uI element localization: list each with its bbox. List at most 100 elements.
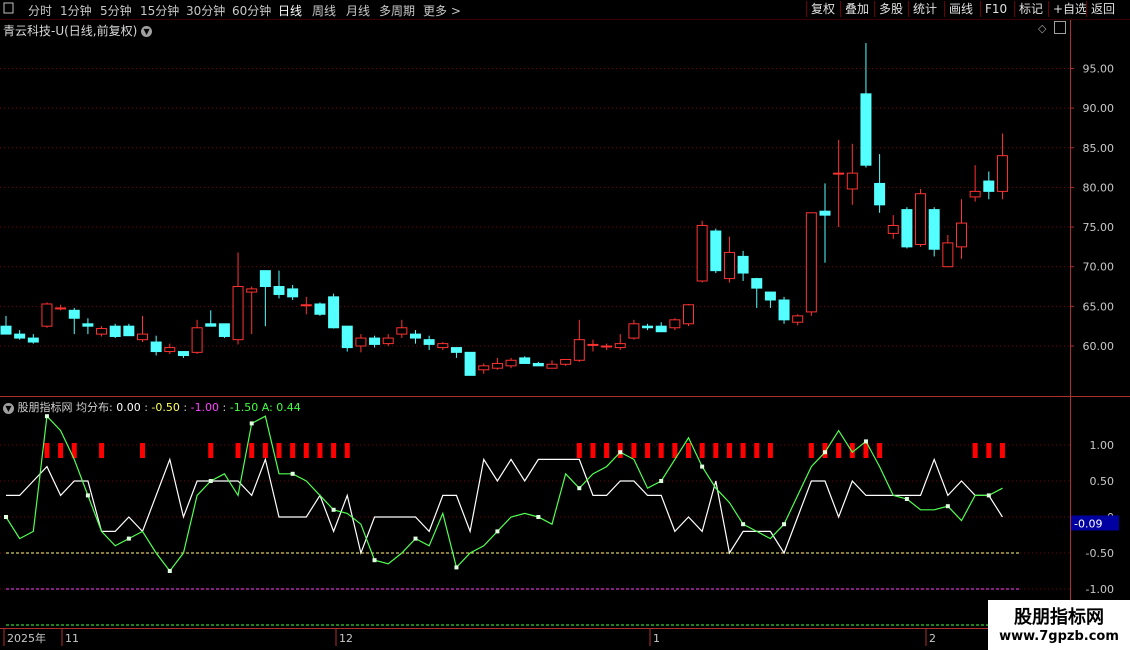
green-line-point (700, 464, 705, 469)
signal-marker (604, 443, 610, 458)
candle-body (723, 251, 735, 280)
candle-body (109, 325, 121, 337)
signal-marker (808, 443, 814, 458)
candle-body (737, 255, 749, 274)
candle-body (546, 363, 558, 369)
indicator-tick-label: 0.50 (1090, 475, 1115, 488)
candle-body (614, 343, 626, 349)
green-line-point (904, 497, 909, 501)
candle-body (177, 351, 189, 357)
candle-body (355, 337, 367, 347)
signal-marker (699, 443, 705, 458)
candle-body (123, 325, 135, 337)
date-label: 2025年 (7, 631, 46, 645)
candle-body (915, 193, 927, 245)
candle-body (710, 230, 722, 272)
candle-body (382, 337, 394, 345)
green-line-point (495, 529, 500, 534)
signal-marker (576, 443, 582, 458)
green-line-point (741, 522, 746, 527)
candle-body (860, 93, 872, 166)
candle-body (396, 327, 408, 335)
candle-body (887, 224, 899, 234)
candle-body (259, 270, 271, 288)
signal-marker (331, 443, 337, 458)
candle-body (369, 337, 381, 345)
green-line-point (290, 471, 295, 476)
candle-body (846, 172, 858, 190)
green-line-point (44, 414, 49, 419)
green-line-point (208, 479, 213, 483)
signal-marker (836, 443, 842, 458)
signal-marker (344, 443, 350, 458)
candle-body (573, 339, 585, 361)
signal-marker (262, 443, 268, 458)
candle-body (68, 309, 80, 319)
green-line-point (126, 536, 131, 541)
candle-body (969, 190, 981, 198)
indicator-tick-label: -0.50 (1086, 547, 1114, 560)
candle-body (82, 323, 94, 327)
candle-body (764, 291, 776, 301)
candle-body (450, 347, 462, 353)
candle-body (491, 362, 503, 369)
green-line-point (413, 536, 418, 541)
candle-body (587, 343, 599, 346)
white-line-series (6, 457, 1003, 556)
signal-marker (754, 443, 760, 458)
signal-marker (235, 443, 241, 458)
signal-marker (290, 443, 296, 458)
candle-body (464, 351, 476, 376)
candle-body (300, 304, 312, 307)
green-line-point (85, 493, 90, 498)
green-line-point (986, 493, 991, 498)
candle-body (805, 212, 817, 313)
candle-body (942, 242, 954, 268)
date-label: 1 (653, 632, 660, 645)
signal-marker (972, 443, 978, 458)
indicator-tick-label: -1.00 (1086, 583, 1114, 596)
indicator-tick-label: 1.00 (1090, 439, 1115, 452)
candle-body (505, 359, 517, 367)
candle-body (928, 209, 940, 250)
signal-marker (645, 443, 651, 458)
green-line-point (331, 507, 336, 512)
right-info-strip (1118, 20, 1130, 640)
candle-body (874, 182, 886, 206)
candle-body (751, 278, 763, 289)
price-tick-label: 85.00 (1083, 142, 1115, 155)
candle-body (642, 325, 654, 329)
candle-body (601, 345, 613, 348)
green-line-point (454, 565, 459, 570)
candle-body (792, 315, 804, 323)
kline-chart[interactable]: 95.00 90.00 85.00 80.00 75.00 70.00 65.00 60.00… (0, 0, 1130, 650)
candle-body (683, 304, 694, 325)
candle-body (901, 209, 913, 248)
candle-body (560, 358, 572, 365)
signal-marker (590, 443, 596, 458)
signal-marker (986, 443, 992, 458)
signal-marker (99, 443, 105, 458)
candle-body (778, 299, 790, 321)
green-line-point (823, 450, 827, 455)
candle-body (27, 337, 39, 343)
candle-body (191, 327, 203, 353)
candle-body (423, 339, 435, 345)
signal-marker (317, 443, 323, 458)
candle-body (478, 365, 490, 371)
candle-body (410, 333, 421, 339)
candle-body (983, 180, 995, 192)
price-tick-label: 95.00 (1083, 62, 1115, 75)
candle-body (205, 323, 217, 327)
signal-marker (877, 443, 883, 458)
candle-body (14, 333, 26, 339)
signal-marker (631, 443, 637, 458)
candle-body (328, 296, 340, 329)
candle-body (341, 325, 353, 349)
current-value-label: -0.09 (1074, 517, 1102, 530)
candle-body (314, 303, 326, 315)
price-tick-label: 60.00 (1083, 340, 1115, 353)
green-line-point (536, 515, 541, 519)
price-tick-label: 75.00 (1083, 221, 1115, 234)
date-label: 2 (929, 632, 936, 645)
